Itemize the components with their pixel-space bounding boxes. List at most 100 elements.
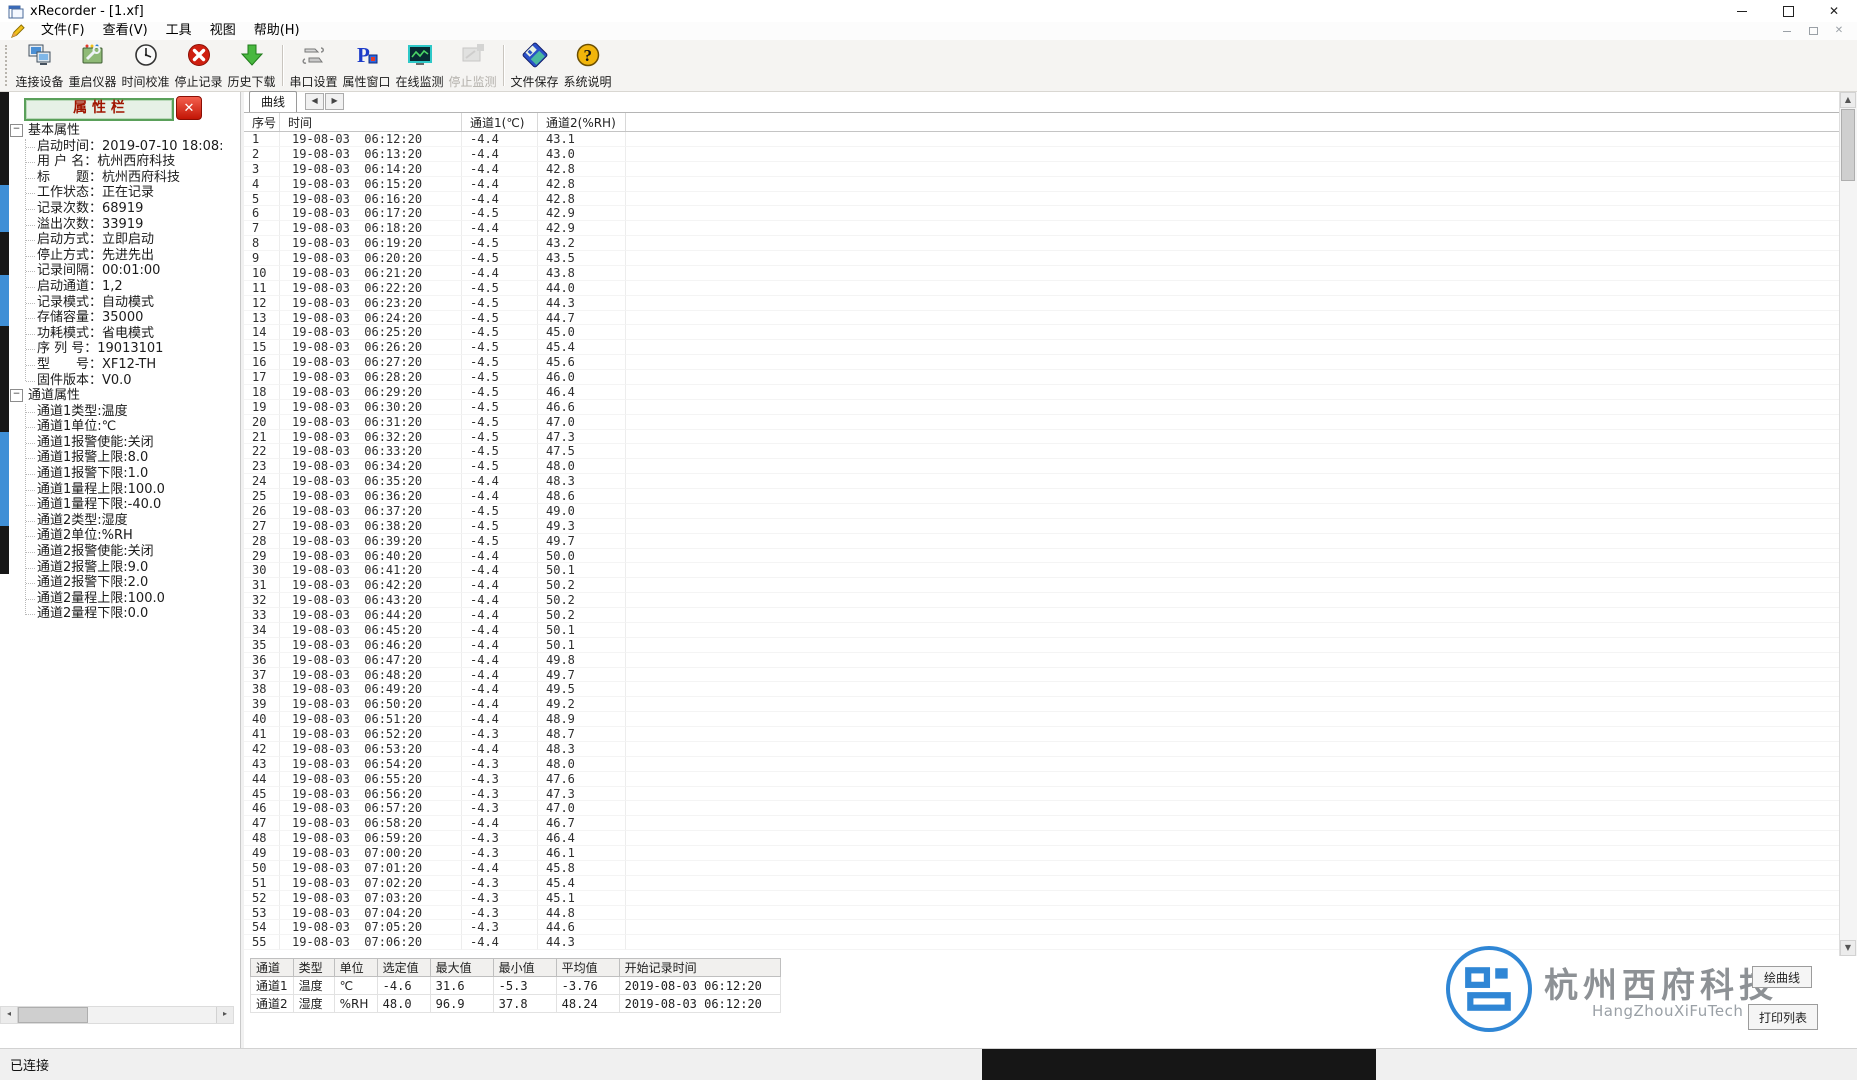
menu-item-0[interactable]: 文件(F): [32, 22, 94, 40]
tree-item[interactable]: 通道2单位:%RH: [37, 528, 240, 544]
collapse-icon[interactable]: −: [10, 124, 23, 137]
tree-item[interactable]: 通道2报警使能:关闭: [37, 544, 240, 560]
tree-item[interactable]: 通道1报警使能:关闭: [37, 435, 240, 451]
table-row[interactable]: 3419-08-03 06:45:20-4.450.1: [244, 623, 1840, 638]
tree-item[interactable]: 工作状态：正在记录: [37, 185, 240, 201]
table-row[interactable]: 1419-08-03 06:25:20-4.545.0: [244, 325, 1840, 340]
scroll-down-button[interactable]: ▼: [1840, 940, 1856, 956]
tree-item[interactable]: 通道1单位:℃: [37, 419, 240, 435]
tree-item[interactable]: 通道2量程上限:100.0: [37, 591, 240, 607]
toolbar-button-history-download[interactable]: 历史下载: [225, 40, 278, 91]
tab-scroll-right-button[interactable]: ▶: [325, 93, 344, 110]
tree-item[interactable]: 通道2量程下限:0.0: [37, 606, 240, 622]
table-row[interactable]: 3719-08-03 06:48:20-4.449.7: [244, 668, 1840, 683]
toolbar-button-serial-settings[interactable]: 串口设置: [287, 40, 340, 91]
menu-item-1[interactable]: 查看(V): [94, 22, 157, 40]
table-row[interactable]: 2819-08-03 06:39:20-4.549.7: [244, 534, 1840, 549]
table-row[interactable]: 5319-08-03 07:04:20-4.344.8: [244, 906, 1840, 921]
table-row[interactable]: 219-08-03 06:13:20-4.443.0: [244, 147, 1840, 162]
table-row[interactable]: 3219-08-03 06:43:20-4.450.2: [244, 593, 1840, 608]
table-row[interactable]: 2619-08-03 06:37:20-4.549.0: [244, 504, 1840, 519]
tab-scroll-left-button[interactable]: ◀: [305, 93, 324, 110]
table-row[interactable]: 5119-08-03 07:02:20-4.345.4: [244, 876, 1840, 891]
scroll-left-button[interactable]: ◂: [1, 1007, 18, 1023]
menu-item-2[interactable]: 工具: [157, 22, 201, 40]
table-row[interactable]: 3119-08-03 06:42:20-4.450.2: [244, 578, 1840, 593]
table-row[interactable]: 3919-08-03 06:50:20-4.449.2: [244, 697, 1840, 712]
table-row[interactable]: 1119-08-03 06:22:20-4.544.0: [244, 281, 1840, 296]
table-row[interactable]: 1719-08-03 06:28:20-4.546.0: [244, 370, 1840, 385]
table-row[interactable]: 2219-08-03 06:33:20-4.547.5: [244, 444, 1840, 459]
table-row[interactable]: 2319-08-03 06:34:20-4.548.0: [244, 459, 1840, 474]
table-row[interactable]: 2919-08-03 06:40:20-4.450.0: [244, 549, 1840, 564]
tree-section-0[interactable]: −基本属性: [10, 123, 240, 139]
tree-item[interactable]: 停止方式：先进先出: [37, 248, 240, 264]
table-row[interactable]: 1619-08-03 06:27:20-4.545.6: [244, 355, 1840, 370]
tree-item[interactable]: 通道2报警下限:2.0: [37, 575, 240, 591]
maximize-button[interactable]: [1765, 0, 1811, 22]
scroll-right-button[interactable]: ▸: [216, 1007, 233, 1023]
print-list-button[interactable]: 打印列表: [1748, 1004, 1818, 1030]
toolbar-button-restart-instrument[interactable]: 重启仪器: [66, 40, 119, 91]
tree-item[interactable]: 启动通道：1,2: [37, 279, 240, 295]
table-row[interactable]: 4219-08-03 06:53:20-4.448.3: [244, 742, 1840, 757]
scrollbar-thumb[interactable]: [18, 1007, 88, 1023]
table-row[interactable]: 1919-08-03 06:30:20-4.546.6: [244, 400, 1840, 415]
table-row[interactable]: 5419-08-03 07:05:20-4.344.6: [244, 920, 1840, 935]
table-row[interactable]: 3619-08-03 06:47:20-4.449.8: [244, 653, 1840, 668]
panel-close-button[interactable]: ✕: [176, 96, 202, 120]
table-row[interactable]: 4419-08-03 06:55:20-4.347.6: [244, 772, 1840, 787]
table-row[interactable]: 1019-08-03 06:21:20-4.443.8: [244, 266, 1840, 281]
table-row[interactable]: 119-08-03 06:12:20-4.443.1: [244, 132, 1840, 147]
menu-item-3[interactable]: 视图: [201, 22, 245, 40]
table-row[interactable]: 4519-08-03 06:56:20-4.347.3: [244, 787, 1840, 802]
tree-item[interactable]: 通道2报警上限:9.0: [37, 560, 240, 576]
minimize-button[interactable]: [1719, 0, 1765, 22]
table-row[interactable]: 4119-08-03 06:52:20-4.348.7: [244, 727, 1840, 742]
scrollbar-thumb[interactable]: [1841, 109, 1855, 181]
mdi-minimize-button[interactable]: [1779, 24, 1795, 38]
tree-item[interactable]: 通道1报警下限:1.0: [37, 466, 240, 482]
tree-item[interactable]: 固件版本：V0.0: [37, 373, 240, 389]
scroll-up-button[interactable]: ▲: [1840, 92, 1856, 108]
scrollbar-track[interactable]: [88, 1007, 216, 1023]
close-button[interactable]: ✕: [1811, 0, 1857, 22]
tree-item[interactable]: 标 题：杭州西府科技: [37, 170, 240, 186]
tree-item[interactable]: 通道1量程上限:100.0: [37, 482, 240, 498]
mdi-close-button[interactable]: ✕: [1831, 24, 1847, 38]
table-row[interactable]: 519-08-03 06:16:20-4.442.8: [244, 192, 1840, 207]
tree-item[interactable]: 存储容量：35000: [37, 310, 240, 326]
tree-item[interactable]: 序 列 号：19013101: [37, 341, 240, 357]
toolbar-button-system-help[interactable]: ?系统说明: [561, 40, 614, 91]
table-row[interactable]: 3819-08-03 06:49:20-4.449.5: [244, 682, 1840, 697]
table-row[interactable]: 619-08-03 06:17:20-4.542.9: [244, 206, 1840, 221]
table-row[interactable]: 819-08-03 06:19:20-4.543.2: [244, 236, 1840, 251]
tree-item[interactable]: 启动时间：2019-07-10 18:08:: [37, 139, 240, 155]
tree-item[interactable]: 型 号：XF12-TH: [37, 357, 240, 373]
table-row[interactable]: 5019-08-03 07:01:20-4.445.8: [244, 861, 1840, 876]
plot-curve-button[interactable]: 绘曲线: [1752, 966, 1812, 988]
toolbar-button-stop-record[interactable]: 停止记录: [172, 40, 225, 91]
table-row[interactable]: 2519-08-03 06:36:20-4.448.6: [244, 489, 1840, 504]
table-row[interactable]: 4619-08-03 06:57:20-4.347.0: [244, 801, 1840, 816]
table-row[interactable]: 4719-08-03 06:58:20-4.446.7: [244, 816, 1840, 831]
table-row[interactable]: 1519-08-03 06:26:20-4.545.4: [244, 340, 1840, 355]
toolbar-button-connect-device[interactable]: 连接设备: [13, 40, 66, 91]
tree-item[interactable]: 记录次数：68919: [37, 201, 240, 217]
table-row[interactable]: 419-08-03 06:15:20-4.442.8: [244, 177, 1840, 192]
table-row[interactable]: 4819-08-03 06:59:20-4.346.4: [244, 831, 1840, 846]
table-row[interactable]: 1319-08-03 06:24:20-4.544.7: [244, 311, 1840, 326]
table-row[interactable]: 4319-08-03 06:54:20-4.348.0: [244, 757, 1840, 772]
collapse-icon[interactable]: −: [10, 389, 23, 402]
table-row[interactable]: 2419-08-03 06:35:20-4.448.3: [244, 474, 1840, 489]
toolbar-button-property-window[interactable]: P属性窗口: [340, 40, 393, 91]
tree-item[interactable]: 通道1量程下限:-40.0: [37, 497, 240, 513]
table-row[interactable]: 2719-08-03 06:38:20-4.549.3: [244, 519, 1840, 534]
table-row[interactable]: 3319-08-03 06:44:20-4.450.2: [244, 608, 1840, 623]
table-row[interactable]: 919-08-03 06:20:20-4.543.5: [244, 251, 1840, 266]
tab-curve[interactable]: 曲线: [249, 91, 297, 112]
tree-item[interactable]: 记录模式：自动模式: [37, 295, 240, 311]
tree-item[interactable]: 通道2类型:湿度: [37, 513, 240, 529]
tree-item[interactable]: 启动方式：立即启动: [37, 232, 240, 248]
panel-horizontal-scrollbar[interactable]: ◂ ▸: [0, 1006, 234, 1024]
